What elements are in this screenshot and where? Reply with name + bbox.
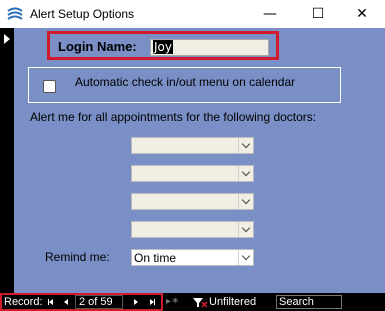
first-record-button[interactable] xyxy=(44,296,56,308)
window-title: Alert Setup Options xyxy=(30,7,135,21)
next-record-button[interactable] xyxy=(130,296,142,308)
doctor-combo-2[interactable] xyxy=(131,165,254,182)
record-navigation-bar: Record: 2 of 59 ▸✶ Unfiltered Search xyxy=(0,293,385,311)
new-record-button[interactable]: ▸✶ xyxy=(166,296,179,307)
auto-check-checkbox[interactable] xyxy=(43,80,56,93)
chevron-down-icon[interactable] xyxy=(238,194,253,209)
login-name-group: Login Name: Joy xyxy=(47,31,279,60)
chevron-down-icon[interactable] xyxy=(238,250,253,265)
doctor-combo-3[interactable] xyxy=(131,193,254,210)
alert-setup-form: Login Name: Joy Automatic check in/out m… xyxy=(0,28,385,293)
close-button[interactable]: ✕ xyxy=(339,0,385,28)
next-record-icon xyxy=(134,299,138,305)
last-record-button[interactable] xyxy=(146,296,158,308)
previous-record-icon xyxy=(64,299,68,305)
current-record-arrow-icon xyxy=(4,34,10,44)
login-name-input[interactable]: Joy xyxy=(150,39,269,56)
filter-icon[interactable] xyxy=(192,297,208,308)
current-record-input[interactable]: 2 of 59 xyxy=(75,295,123,309)
chevron-down-icon[interactable] xyxy=(238,166,253,181)
minimize-button[interactable]: — xyxy=(247,0,293,28)
title-bar: Alert Setup Options — ☐ ✕ xyxy=(0,0,385,28)
search-input[interactable]: Search xyxy=(276,295,342,309)
chevron-down-icon[interactable] xyxy=(238,222,253,237)
login-name-label: Login Name: xyxy=(58,39,137,54)
previous-record-button[interactable] xyxy=(60,296,72,308)
chevron-down-icon[interactable] xyxy=(238,138,253,153)
auto-check-label[interactable]: Automatic check in/out menu on calendar xyxy=(75,75,295,89)
auto-check-group: Automatic check in/out menu on calendar xyxy=(28,67,341,103)
doctor-combo-4[interactable] xyxy=(131,221,254,238)
remind-me-label: Remind me: xyxy=(45,250,110,264)
login-name-value: Joy xyxy=(153,40,173,54)
filter-status[interactable]: Unfiltered xyxy=(209,296,256,308)
maximize-button[interactable]: ☐ xyxy=(295,0,341,28)
remind-me-value: On time xyxy=(134,251,177,265)
record-selector[interactable] xyxy=(0,28,14,293)
alert-doctors-label: Alert me for all appointments for the fo… xyxy=(30,110,317,124)
doctor-combo-1[interactable] xyxy=(131,137,254,154)
record-label: Record: xyxy=(4,296,43,308)
app-logo-icon xyxy=(7,7,23,20)
remind-me-combo[interactable]: On time xyxy=(131,249,254,266)
